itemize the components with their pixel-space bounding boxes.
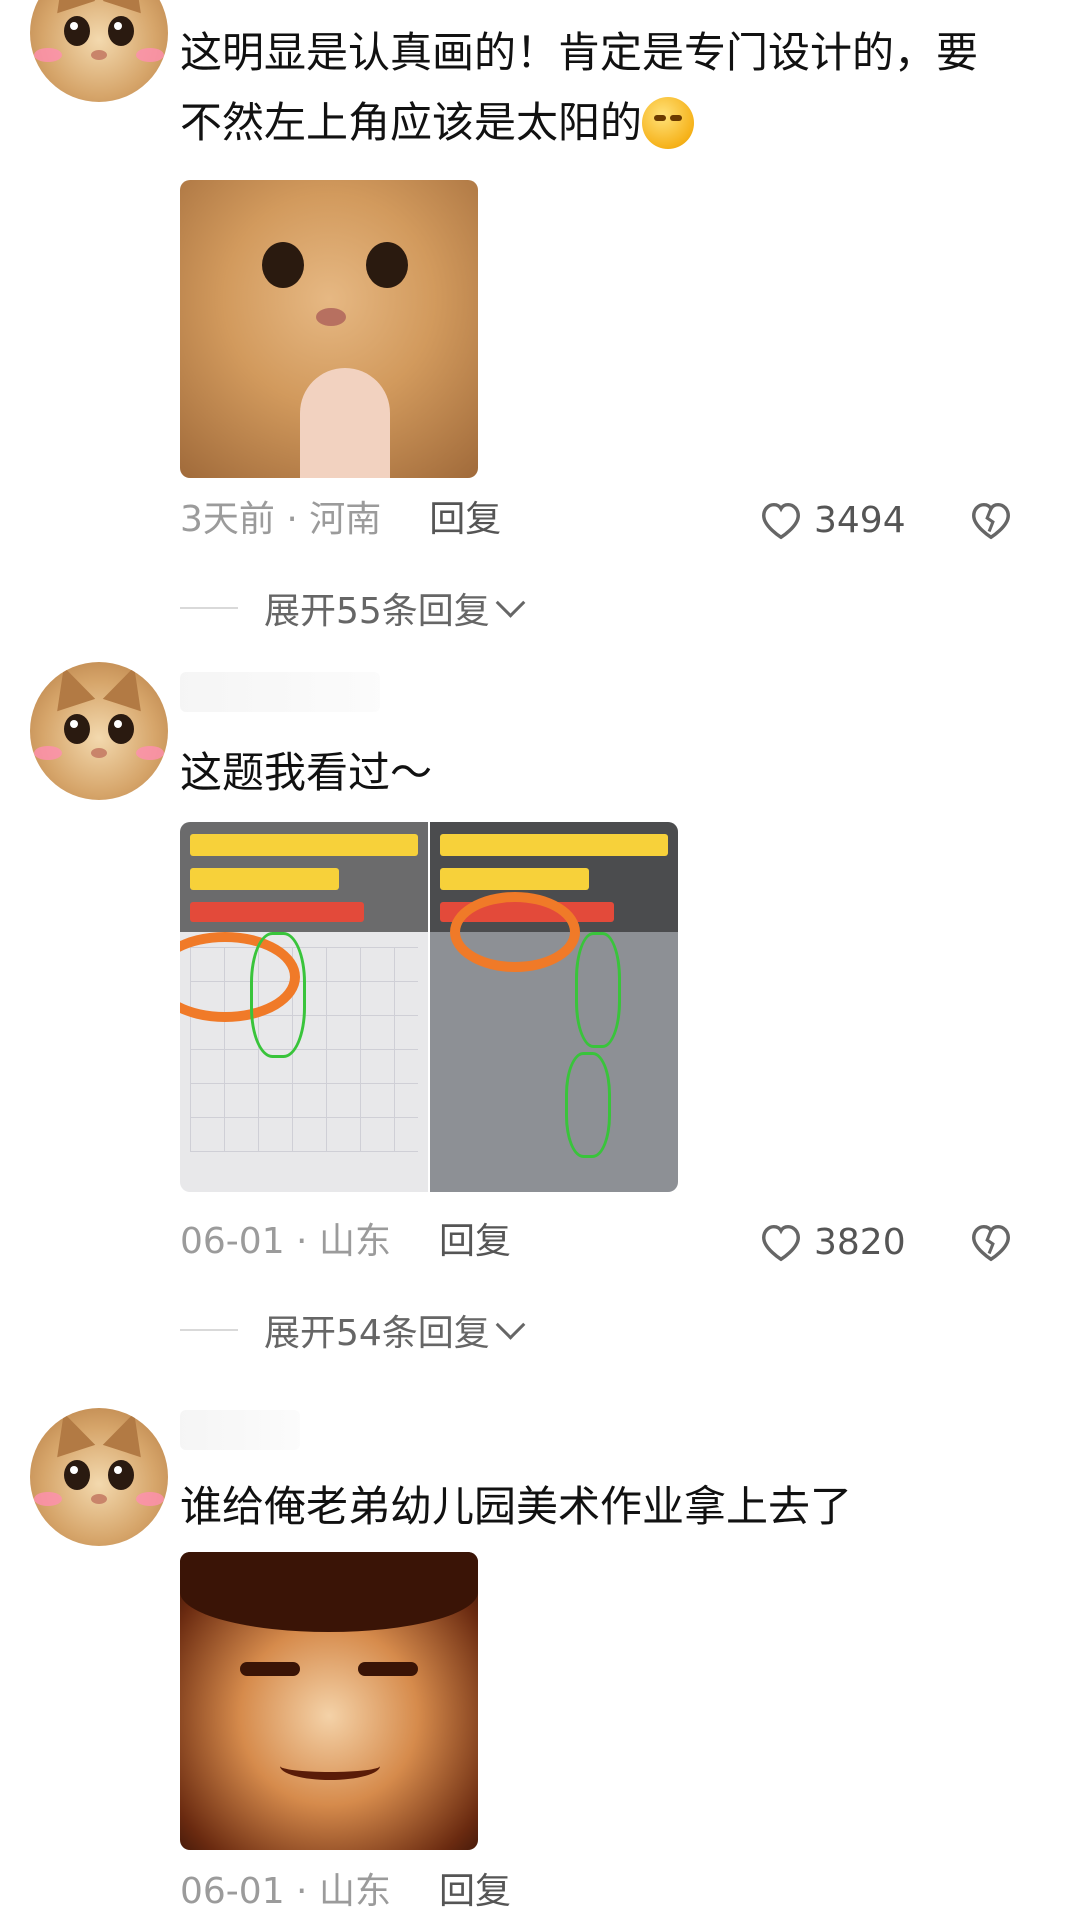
heart-icon	[762, 502, 800, 540]
comment-text: 这题我看过～	[180, 748, 433, 797]
divider-line	[180, 1329, 238, 1331]
reply-button[interactable]: 回复	[439, 1221, 511, 1262]
comment-image[interactable]	[180, 1552, 478, 1850]
divider-line	[180, 607, 238, 609]
like-button[interactable]: 3494	[758, 490, 906, 550]
comment-text: 这明显是认真画的！肯定是专门设计的，要不然左上角应该是太阳的	[180, 28, 979, 149]
comment-time: 06-01	[180, 1221, 285, 1262]
comment-meta: 06-01 · 山东 回复	[180, 1871, 511, 1912]
like-button[interactable]: 3820	[758, 1212, 906, 1272]
comment-image[interactable]	[180, 822, 678, 1192]
comment-location: 河南	[309, 499, 382, 540]
avatar[interactable]	[30, 1408, 168, 1546]
heart-icon	[762, 1224, 800, 1262]
comment-text: 谁给俺老弟幼儿园美术作业拿上去了	[180, 1482, 853, 1531]
comment-location: 山东	[318, 1871, 391, 1912]
emoji-icon	[642, 97, 695, 149]
reply-button[interactable]: 回复	[439, 1871, 511, 1912]
like-count: 3820	[814, 1221, 906, 1263]
comment-meta: 3天前 · 河南 回复	[180, 499, 502, 540]
username-blurred[interactable]	[180, 672, 380, 712]
like-count: 3494	[814, 499, 906, 541]
reply-button[interactable]: 回复	[429, 499, 501, 540]
comment-time: 06-01	[180, 1871, 285, 1912]
broken-heart-icon[interactable]	[968, 1220, 1014, 1264]
avatar[interactable]	[30, 662, 168, 800]
comment-image[interactable]	[180, 180, 478, 478]
comment-time: 3天前	[180, 499, 275, 540]
expand-replies-button[interactable]: 展开54条回复	[180, 1300, 526, 1360]
broken-heart-icon[interactable]	[968, 498, 1014, 542]
chevron-down-icon	[495, 587, 526, 618]
chevron-down-icon	[495, 1309, 526, 1340]
avatar[interactable]	[30, 0, 168, 102]
comment-location: 山东	[318, 1221, 391, 1262]
expand-replies-button[interactable]: 展开55条回复	[180, 578, 526, 638]
username-blurred[interactable]	[180, 1410, 300, 1450]
comment-meta: 06-01 · 山东 回复	[180, 1221, 511, 1262]
